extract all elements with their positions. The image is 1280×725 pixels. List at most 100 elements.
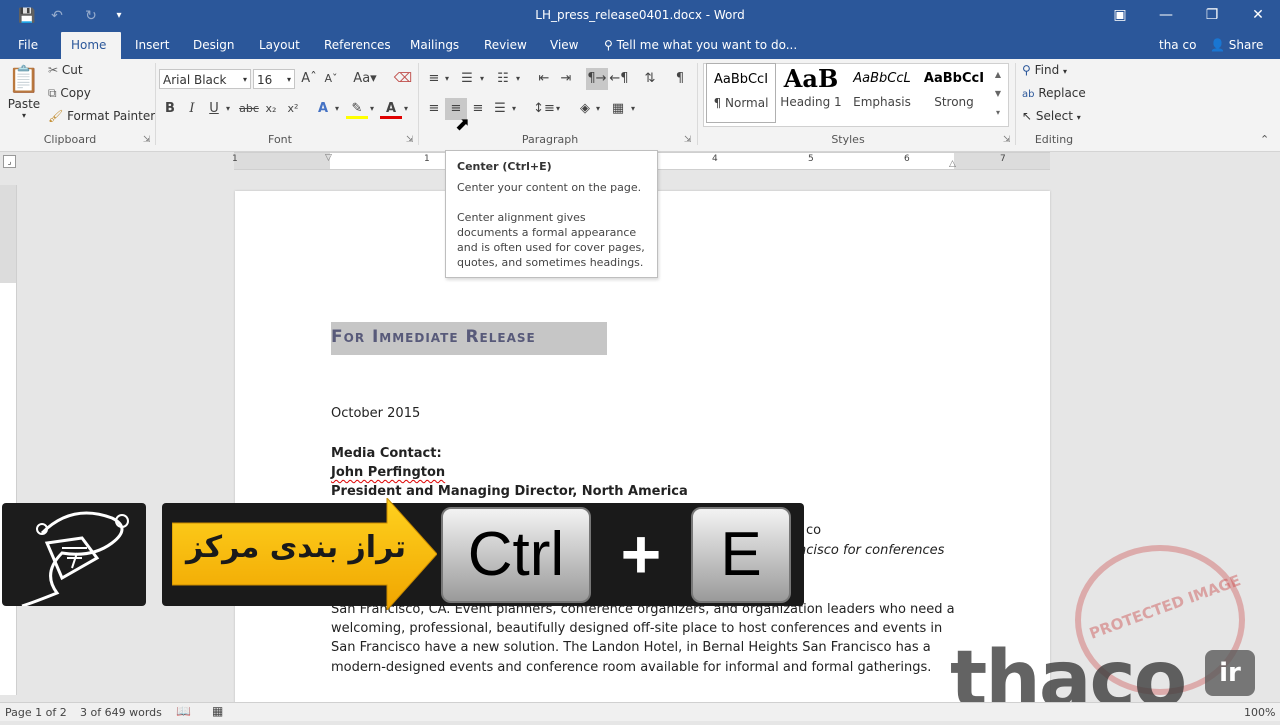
tab-insert[interactable]: Insert (125, 32, 179, 59)
increase-indent-icon[interactable]: ⇥ (555, 68, 577, 90)
cut-button[interactable]: ✂ Cut (48, 63, 83, 77)
paragraph-line[interactable]: welcoming, professional, beautifully des… (331, 621, 942, 636)
proofing-icon[interactable]: 📖 (176, 704, 191, 718)
chevron-down-icon[interactable]: ▾ (508, 98, 520, 120)
numbering-icon[interactable]: ☰ (456, 68, 478, 90)
ribbon-display-options-icon[interactable]: ▣ (1097, 0, 1143, 30)
chevron-down-icon[interactable]: ▾ (627, 98, 639, 120)
font-color-icon[interactable]: A (380, 98, 402, 119)
group-separator (418, 63, 419, 145)
document-date[interactable]: October 2015 (331, 406, 420, 421)
tell-me-search[interactable]: ⚲ Tell me what you want to do... (594, 32, 807, 59)
collapse-ribbon-icon[interactable]: ⌃ (1260, 133, 1269, 146)
cut-label: Cut (61, 63, 83, 77)
highlight-color-icon[interactable]: ✎ (346, 98, 368, 119)
page-count[interactable]: Page 1 of 2 (5, 706, 67, 719)
paragraph-line[interactable]: modern-designed events and conference ro… (331, 660, 931, 675)
share-button[interactable]: 👤 Share (1200, 32, 1273, 59)
italic-icon[interactable]: I (181, 98, 203, 120)
dialog-launcher-icon[interactable]: ⇲ (143, 135, 151, 145)
show-hide-marks-icon[interactable]: ¶ (669, 68, 691, 90)
first-line-indent-marker[interactable]: ▽ (325, 153, 332, 163)
chevron-down-icon[interactable]: ▾ (476, 68, 488, 90)
replace-button[interactable]: ab Replace (1022, 86, 1086, 100)
tab-references[interactable]: References (314, 32, 401, 59)
styles-scroll[interactable]: ▲ ▼ ▾ (991, 65, 1005, 123)
tooltip-title: Center (Ctrl+E) (457, 160, 552, 173)
decrease-indent-icon[interactable]: ⇤ (533, 68, 555, 90)
bold-icon[interactable]: B (159, 98, 181, 120)
contact-role[interactable]: President and Managing Director, North A… (331, 484, 688, 499)
title-bar: 💾 ↶ ↻ ▾ LH_press_release0401.docx - Word… (0, 0, 1280, 32)
font-size-box[interactable]: 16 ▾ (253, 69, 295, 89)
document-heading[interactable]: For Immediate Release (331, 327, 536, 347)
dialog-launcher-icon[interactable]: ⇲ (684, 135, 692, 145)
strikethrough-icon[interactable]: abc (238, 98, 260, 120)
tab-selector-icon[interactable]: ⌟ (3, 155, 16, 168)
chevron-down-icon[interactable]: ▾ (366, 98, 378, 120)
shrink-font-icon[interactable]: Aˇ (320, 68, 342, 90)
find-button[interactable]: ⚲ Find ▾ (1022, 63, 1067, 77)
document-line-fragment[interactable]: co (806, 523, 821, 538)
borders-icon[interactable]: ▦ (607, 98, 629, 120)
tab-review[interactable]: Review (474, 32, 537, 59)
close-button[interactable]: ✕ (1235, 0, 1280, 30)
dialog-launcher-icon[interactable]: ⇲ (406, 135, 414, 145)
macro-icon[interactable]: ▦ (212, 704, 223, 718)
copy-button[interactable]: ⧉ Copy (48, 86, 91, 101)
tab-home[interactable]: Home (61, 32, 121, 59)
style-strong[interactable]: AaBbCcI Strong (919, 63, 989, 123)
clear-formatting-icon[interactable]: ⌫ (392, 68, 414, 90)
style-emphasis[interactable]: AaBbCcL Emphasis (847, 63, 917, 123)
right-indent-marker[interactable]: △ (949, 159, 956, 169)
restore-button[interactable]: ❐ (1189, 0, 1235, 30)
multilevel-list-icon[interactable]: ☷ (492, 68, 514, 90)
document-line-fragment[interactable]: ncisco for conferences (798, 543, 944, 558)
chevron-down-icon[interactable]: ▾ (400, 98, 412, 120)
rtl-icon[interactable]: ←¶ (608, 68, 630, 90)
tab-view[interactable]: View (540, 32, 588, 59)
sort-icon[interactable]: ⇅ (639, 68, 661, 90)
ruler-number: 1 (424, 154, 430, 164)
align-left-icon[interactable]: ≡ (423, 98, 445, 120)
dialog-launcher-icon[interactable]: ⇲ (1003, 135, 1011, 145)
paragraph-line[interactable]: San Francisco have a new solution. The L… (331, 640, 931, 655)
minimize-button[interactable]: — (1143, 0, 1189, 30)
share-label: Share (1228, 38, 1264, 52)
align-right-icon[interactable]: ≡ (467, 98, 489, 120)
paintbrush-icon: 🖌 (48, 109, 64, 123)
paste-button[interactable]: 📋 Paste ▾ (6, 63, 42, 127)
chevron-down-icon: ▾ (1063, 67, 1068, 76)
cursor-arrow-icon: ↖ (1022, 109, 1033, 123)
grow-font-icon[interactable]: Aˆ (298, 68, 320, 90)
chevron-down-icon[interactable]: ▾ (222, 98, 234, 120)
subscript-icon[interactable]: x₂ (260, 98, 282, 120)
chevron-down-icon: ▾ (21, 111, 26, 120)
tab-design[interactable]: Design (183, 32, 244, 59)
chevron-down-icon[interactable]: ▾ (512, 68, 524, 90)
tab-mailings[interactable]: Mailings (400, 32, 469, 59)
style-heading-1[interactable]: AaB Heading 1 (776, 63, 846, 123)
zoom-level[interactable]: 100% (1244, 706, 1275, 719)
window-title: LH_press_release0401.docx - Word (535, 8, 745, 22)
vertical-ruler[interactable] (0, 185, 17, 695)
font-name-box[interactable]: Arial Black ▾ (159, 69, 251, 89)
user-account[interactable]: tha co (1149, 32, 1206, 59)
select-button[interactable]: ↖ Select ▾ (1022, 109, 1081, 123)
tooltip-line: Center your content on the page. (457, 181, 642, 194)
chevron-down-icon[interactable]: ▾ (331, 98, 343, 120)
center-tooltip: Center (Ctrl+E) Center your content on t… (445, 150, 658, 278)
chevron-down-icon[interactable]: ▾ (552, 98, 564, 120)
chevron-down-icon[interactable]: ▾ (592, 98, 604, 120)
word-count[interactable]: 3 of 649 words (80, 706, 162, 719)
style-normal[interactable]: AaBbCcI ¶ Normal (706, 63, 776, 123)
format-painter-button[interactable]: 🖌 Format Painter (48, 109, 155, 123)
media-contact-label[interactable]: Media Contact: (331, 446, 442, 461)
tab-layout[interactable]: Layout (249, 32, 310, 59)
contact-name[interactable]: John Perfington (331, 465, 445, 480)
superscript-icon[interactable]: x² (282, 98, 304, 120)
ltr-icon[interactable]: ¶→ (586, 68, 608, 90)
chevron-down-icon[interactable]: ▾ (441, 68, 453, 90)
change-case-icon[interactable]: Aa▾ (350, 68, 380, 90)
tab-file[interactable]: File (8, 32, 48, 59)
